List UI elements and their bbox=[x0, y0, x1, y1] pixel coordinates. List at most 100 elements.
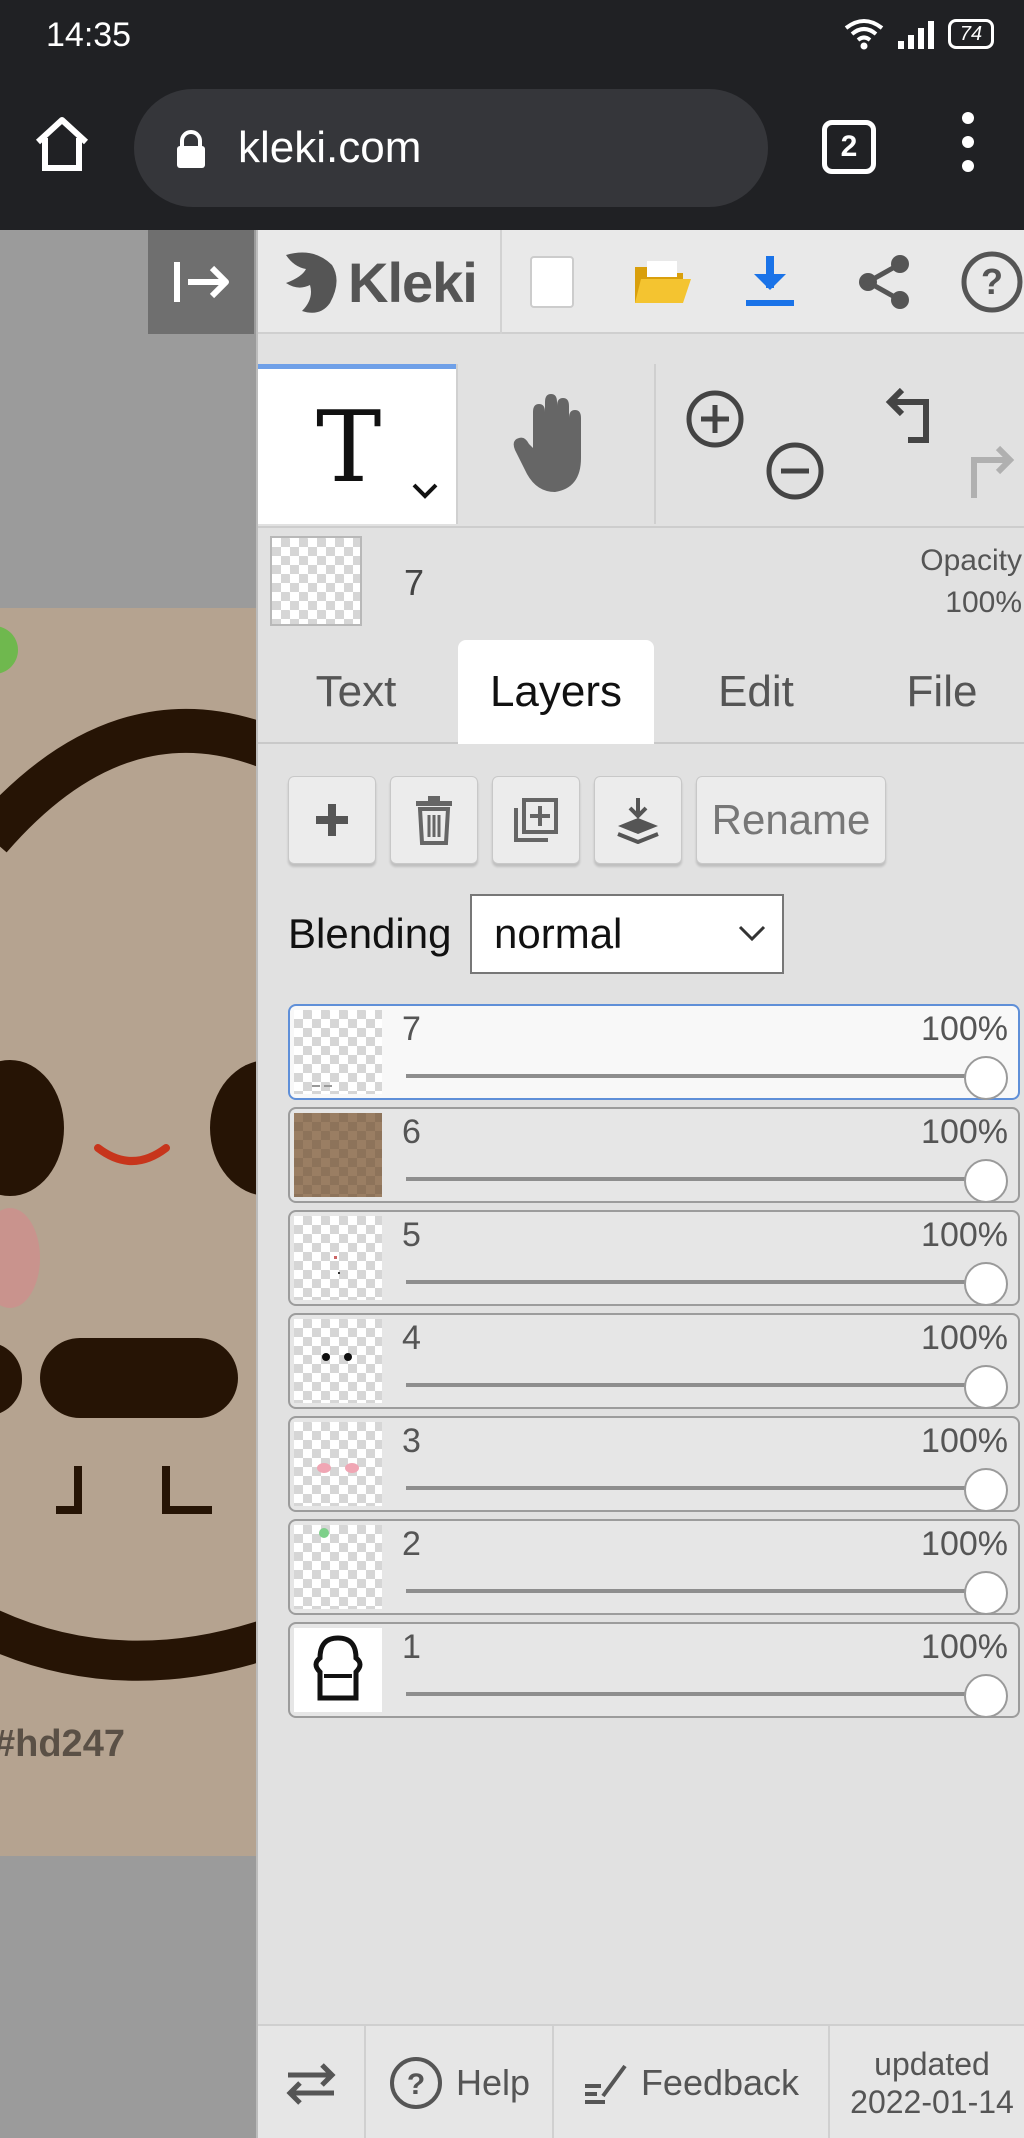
layer-name: 4 bbox=[402, 1319, 421, 1357]
artwork-drawing bbox=[0, 626, 256, 1681]
add-layer-button[interactable] bbox=[288, 776, 376, 864]
layer-thumbnail bbox=[294, 1422, 382, 1506]
opacity-slider-track[interactable] bbox=[406, 1486, 986, 1490]
drawing-canvas[interactable]: #hd247 bbox=[0, 230, 256, 2138]
delete-layer-icon bbox=[416, 796, 452, 845]
delete-layer-button[interactable] bbox=[390, 776, 478, 864]
opacity-slider-handle[interactable] bbox=[964, 1159, 1008, 1203]
layer-name: 5 bbox=[402, 1216, 421, 1254]
svg-text:?: ? bbox=[407, 2068, 425, 2101]
layer-item-1[interactable]: 1 100% bbox=[288, 1622, 1020, 1718]
layer-opacity: 100% bbox=[921, 1010, 1008, 1048]
tool-row: T bbox=[258, 364, 1024, 524]
panel-footer: ? Help Feedback updated 2022-01-14 bbox=[258, 2024, 1024, 2138]
layer-thumbnail bbox=[294, 1525, 382, 1609]
blending-select[interactable]: normal bbox=[470, 894, 784, 974]
share-icon[interactable] bbox=[852, 250, 916, 314]
redo-icon[interactable] bbox=[958, 440, 1018, 500]
battery-icon: 74 bbox=[948, 19, 994, 49]
artwork[interactable]: #hd247 bbox=[0, 608, 256, 1856]
menu-icon[interactable] bbox=[956, 112, 980, 182]
swap-arrows-icon bbox=[286, 2063, 336, 2105]
kleki-logo[interactable]: Kleki bbox=[280, 244, 478, 320]
open-folder-icon[interactable] bbox=[630, 250, 694, 314]
layer-thumbnail bbox=[294, 1010, 382, 1094]
tab-layers[interactable]: Layers bbox=[458, 640, 654, 744]
opacity-slider-track[interactable] bbox=[406, 1383, 986, 1387]
new-image-icon[interactable] bbox=[520, 250, 584, 314]
current-layer-opacity: Opacity 100% bbox=[920, 540, 1022, 624]
wifi-icon bbox=[844, 19, 884, 50]
layer-opacity: 100% bbox=[921, 1628, 1008, 1666]
layer-item-6[interactable]: 6 100% bbox=[288, 1107, 1020, 1203]
lock-icon bbox=[177, 130, 205, 168]
add-layer-icon bbox=[316, 804, 348, 836]
layer-item-7[interactable]: 7 100% bbox=[288, 1004, 1020, 1100]
text-tool-button[interactable]: T bbox=[258, 364, 456, 524]
download-icon[interactable] bbox=[738, 250, 802, 314]
zoom-in-icon[interactable] bbox=[684, 388, 746, 450]
opacity-slider-track[interactable] bbox=[406, 1589, 986, 1593]
layer-item-5[interactable]: 5 100% bbox=[288, 1210, 1020, 1306]
layer-item-2[interactable]: 2 100% bbox=[288, 1519, 1020, 1615]
home-icon[interactable] bbox=[30, 112, 94, 176]
help-button[interactable]: ? Help bbox=[366, 2026, 554, 2138]
opacity-slider-track[interactable] bbox=[406, 1280, 986, 1284]
opacity-value: 100% bbox=[945, 586, 1022, 619]
opacity-slider-handle[interactable] bbox=[964, 1056, 1008, 1100]
tab-file[interactable]: File bbox=[858, 640, 1024, 744]
layer-name: 6 bbox=[402, 1113, 421, 1151]
help-icon[interactable]: ? bbox=[960, 250, 1024, 314]
layer-opacity: 100% bbox=[921, 1422, 1008, 1460]
feedback-button[interactable]: Feedback bbox=[554, 2026, 830, 2138]
layer-opacity: 100% bbox=[921, 1113, 1008, 1151]
layer-item-3[interactable]: 3 100% bbox=[288, 1416, 1020, 1512]
current-layer-info: 7 Opacity 100% bbox=[258, 526, 1024, 632]
tab-edit[interactable]: Edit bbox=[658, 640, 854, 744]
tabs-icon[interactable]: 2 bbox=[822, 120, 876, 174]
layer-thumbnail bbox=[294, 1113, 382, 1197]
app-toolbar: Kleki ? bbox=[258, 230, 1024, 334]
layer-thumbnail bbox=[294, 1628, 382, 1712]
chevron-down-icon bbox=[738, 925, 766, 942]
zoom-out-icon[interactable] bbox=[764, 440, 826, 502]
address-bar[interactable]: kleki.com bbox=[134, 89, 768, 207]
side-panel: Kleki ? T 7 Opacity 100% Text Layers Edi… bbox=[256, 230, 1024, 2138]
layer-item-4[interactable]: 4 100% bbox=[288, 1313, 1020, 1409]
status-icons: 74 bbox=[844, 18, 994, 50]
opacity-slider-track[interactable] bbox=[406, 1692, 986, 1696]
merge-down-button[interactable] bbox=[594, 776, 682, 864]
opacity-slider-track[interactable] bbox=[406, 1074, 986, 1078]
current-layer-thumbnail bbox=[270, 536, 362, 626]
hand-tool-button[interactable] bbox=[456, 364, 652, 524]
text-tool-glyph: T bbox=[316, 391, 382, 505]
layer-opacity: 100% bbox=[921, 1525, 1008, 1563]
undo-icon[interactable] bbox=[882, 388, 942, 448]
chevron-down-icon[interactable] bbox=[410, 481, 440, 501]
signal-icon bbox=[898, 21, 934, 49]
duplicate-layer-button[interactable] bbox=[492, 776, 580, 864]
opacity-slider-handle[interactable] bbox=[964, 1571, 1008, 1615]
feedback-pen-icon bbox=[584, 2064, 627, 2104]
duplicate-layer-icon bbox=[514, 798, 558, 842]
feedback-label: Feedback bbox=[640, 2062, 800, 2103]
hand-icon bbox=[513, 394, 581, 492]
swap-side-button[interactable] bbox=[258, 2026, 366, 2138]
merge-down-icon bbox=[617, 798, 659, 844]
opacity-slider-handle[interactable] bbox=[964, 1262, 1008, 1306]
opacity-slider-track[interactable] bbox=[406, 1177, 986, 1181]
layer-name: 7 bbox=[402, 1010, 421, 1048]
tab-text[interactable]: Text bbox=[258, 640, 454, 744]
opacity-slider-handle[interactable] bbox=[964, 1365, 1008, 1409]
status-time: 14:35 bbox=[46, 16, 132, 54]
opacity-slider-handle[interactable] bbox=[964, 1468, 1008, 1512]
url-text: kleki.com bbox=[238, 123, 422, 172]
opacity-slider-handle[interactable] bbox=[964, 1674, 1008, 1718]
layer-list: 7 100% 6 100% 5 100% 4 100% 3 100% 2 100… bbox=[288, 1004, 1020, 1725]
layer-actions: Rename bbox=[288, 776, 886, 866]
opacity-label: Opacity bbox=[920, 544, 1022, 577]
layer-opacity: 100% bbox=[921, 1319, 1008, 1357]
rename-button[interactable]: Rename bbox=[696, 776, 886, 864]
collapse-panel-button[interactable] bbox=[148, 230, 254, 334]
layer-name: 1 bbox=[402, 1628, 421, 1666]
